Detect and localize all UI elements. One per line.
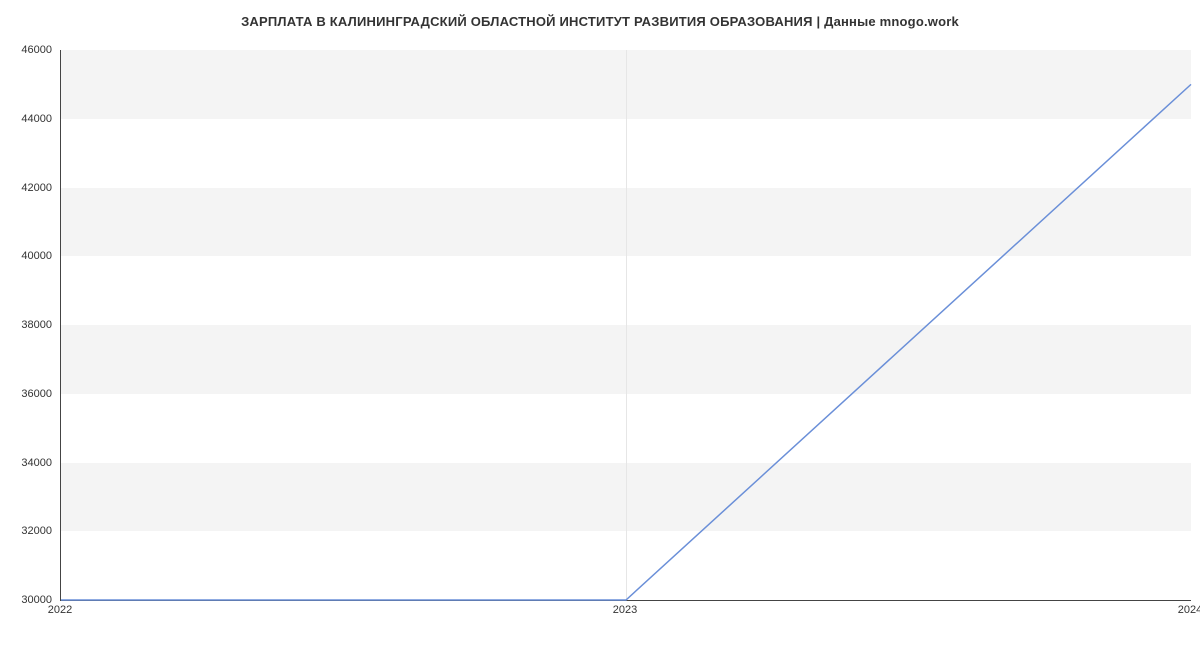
line-series (61, 50, 1191, 600)
y-tick-label: 38000 (12, 319, 52, 331)
x-tick-label: 2024 (1178, 604, 1200, 616)
chart-container: ЗАРПЛАТА В КАЛИНИНГРАДСКИЙ ОБЛАСТНОЙ ИНС… (0, 0, 1200, 650)
chart-title: ЗАРПЛАТА В КАЛИНИНГРАДСКИЙ ОБЛАСТНОЙ ИНС… (0, 14, 1200, 29)
y-tick-label: 40000 (12, 250, 52, 262)
y-tick-label: 42000 (12, 182, 52, 194)
plot-area (60, 50, 1191, 601)
y-tick-label: 44000 (12, 113, 52, 125)
y-tick-label: 32000 (12, 525, 52, 537)
x-tick-label: 2022 (48, 604, 72, 616)
x-tick-label: 2023 (613, 604, 637, 616)
y-tick-label: 30000 (12, 594, 52, 606)
y-tick-label: 46000 (12, 44, 52, 56)
y-tick-label: 34000 (12, 457, 52, 469)
series-line (61, 84, 1191, 600)
y-tick-label: 36000 (12, 388, 52, 400)
